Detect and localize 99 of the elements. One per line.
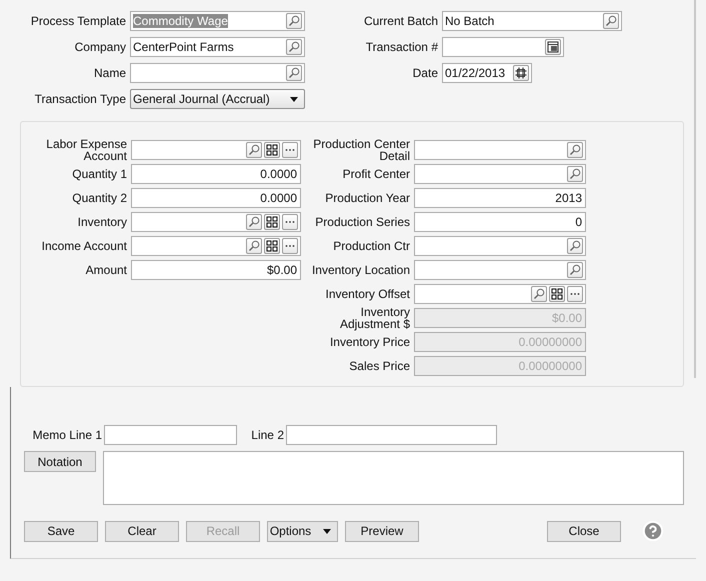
grid-button[interactable] <box>549 286 565 302</box>
date-picker-button[interactable] <box>513 65 529 81</box>
search-button[interactable] <box>246 214 262 230</box>
dropdown[interactable]: General Journal (Accrual) <box>130 89 305 109</box>
search-icon <box>569 264 581 276</box>
search-button[interactable] <box>286 39 302 55</box>
ellipsis-icon <box>285 220 295 224</box>
caret-icon <box>323 528 332 534</box>
close-button[interactable]: Close <box>547 520 621 542</box>
search-icon <box>288 41 300 53</box>
ellipsis-icon <box>285 148 295 152</box>
search-button[interactable] <box>246 238 262 254</box>
field-label: Company <box>74 41 126 53</box>
calendar-icon <box>515 67 527 79</box>
search-icon <box>569 168 581 180</box>
action-button[interactable]: Save <box>24 520 98 542</box>
more-button[interactable] <box>282 142 298 158</box>
field-label: Line 2 <box>250 429 284 441</box>
input-field[interactable]: 2013 <box>414 188 586 208</box>
input-field[interactable]: No Batch <box>442 11 622 31</box>
search-button[interactable] <box>246 142 262 158</box>
field-label: Inventory Adjustment $ <box>338 306 410 330</box>
field-label: Name <box>92 67 126 79</box>
grid-button[interactable] <box>264 142 280 158</box>
grid-icon <box>266 144 278 156</box>
grid-icon <box>551 288 563 300</box>
action-button[interactable]: Preview <box>345 520 419 542</box>
input-field[interactable] <box>414 140 586 160</box>
field-label: Sales Price <box>348 360 410 372</box>
search-icon <box>248 240 260 252</box>
field-label: Transaction # <box>364 41 438 53</box>
search-button[interactable] <box>567 238 583 254</box>
field-label: Quantity 2 <box>71 192 127 204</box>
input-field[interactable] <box>414 284 586 304</box>
search-button[interactable] <box>286 65 302 81</box>
field-label: Transaction Type <box>34 93 126 105</box>
search-icon <box>288 67 300 79</box>
search-icon <box>569 144 581 156</box>
search-button[interactable] <box>603 13 619 29</box>
search-button[interactable] <box>567 166 583 182</box>
search-icon <box>533 288 545 300</box>
search-button[interactable] <box>531 286 547 302</box>
field-label: Memo Line 1 <box>32 429 102 441</box>
notation-button[interactable]: Notation <box>24 451 96 472</box>
search-icon <box>288 15 300 27</box>
field-label: Amount <box>84 264 127 276</box>
input-field[interactable]: 0.0000 <box>131 188 301 208</box>
field-label: Production Ctr <box>332 240 410 252</box>
search-icon <box>248 144 260 156</box>
search-icon <box>248 216 260 228</box>
field-label: Inventory Location <box>310 264 410 276</box>
input-field[interactable] <box>414 260 586 280</box>
search-button[interactable] <box>567 262 583 278</box>
field-label: Inventory Price <box>328 336 410 348</box>
field-label: Income Account <box>40 240 127 252</box>
field-label: Production Year <box>324 192 410 204</box>
input-field[interactable] <box>131 212 301 232</box>
input-field[interactable]: 0 <box>414 212 586 232</box>
grid-icon <box>266 216 278 228</box>
input-field[interactable]: 0.0000 <box>131 164 301 184</box>
grid-icon <box>266 240 278 252</box>
help-icon[interactable] <box>642 520 664 542</box>
input-field[interactable]: CenterPoint Farms <box>130 37 305 57</box>
input-field[interactable] <box>286 425 497 445</box>
counter-button[interactable] <box>545 39 561 55</box>
input-field[interactable]: $0.00 <box>131 260 301 280</box>
search-button[interactable] <box>567 142 583 158</box>
search-icon <box>605 15 617 27</box>
field-label: Labor Expense Account <box>45 138 127 162</box>
input-field[interactable] <box>414 164 586 184</box>
more-button[interactable] <box>567 286 583 302</box>
input-field[interactable] <box>131 236 301 256</box>
grid-button[interactable] <box>264 214 280 230</box>
ellipsis-icon <box>570 292 580 296</box>
search-icon <box>569 240 581 252</box>
action-button[interactable]: Clear <box>105 520 179 542</box>
more-button[interactable] <box>282 238 298 254</box>
ellipsis-icon <box>285 244 295 248</box>
field-label: Profit Center <box>342 168 410 180</box>
caret-icon <box>290 96 298 102</box>
field-label: Inventory Offset <box>324 288 410 300</box>
field-label: Production Center Detail <box>312 138 410 162</box>
field-label: Process Template <box>30 15 126 27</box>
input-field[interactable] <box>104 425 237 445</box>
numbered-page-icon <box>547 41 559 53</box>
field-label: Date <box>412 67 438 79</box>
search-button[interactable] <box>286 13 302 29</box>
more-button[interactable] <box>282 214 298 230</box>
input-field[interactable] <box>130 63 305 83</box>
input-field[interactable] <box>442 37 564 57</box>
input-field[interactable] <box>131 140 301 160</box>
input-field[interactable] <box>414 236 586 256</box>
field-label: Quantity 1 <box>71 168 127 180</box>
grid-button[interactable] <box>264 238 280 254</box>
field-label: Inventory <box>76 216 127 228</box>
input-field[interactable]: 01/22/2013 <box>442 63 532 83</box>
field-label: Current Batch <box>362 15 438 27</box>
menu-button[interactable]: Options <box>267 520 338 542</box>
field-label: Production Series <box>314 216 410 228</box>
